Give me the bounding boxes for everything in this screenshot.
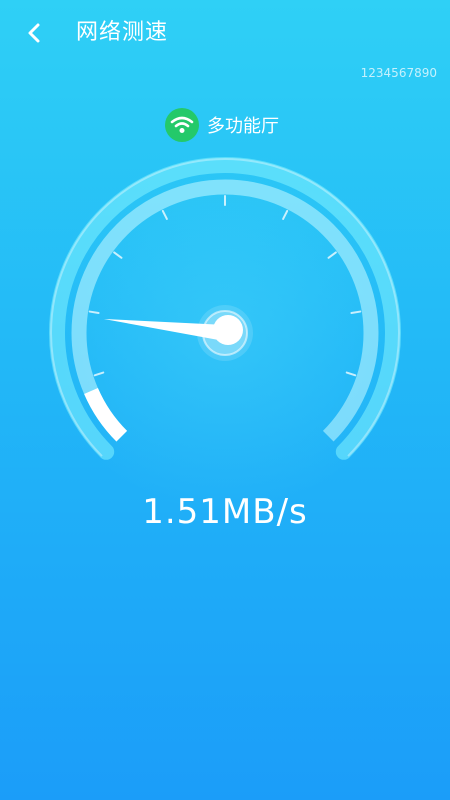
speed-gauge — [43, 151, 407, 515]
gauge-tick — [350, 310, 362, 314]
needle-hub-knob — [213, 315, 243, 345]
speed-value: 1.51MB/s — [142, 492, 308, 532]
gauge-tick — [88, 310, 100, 314]
